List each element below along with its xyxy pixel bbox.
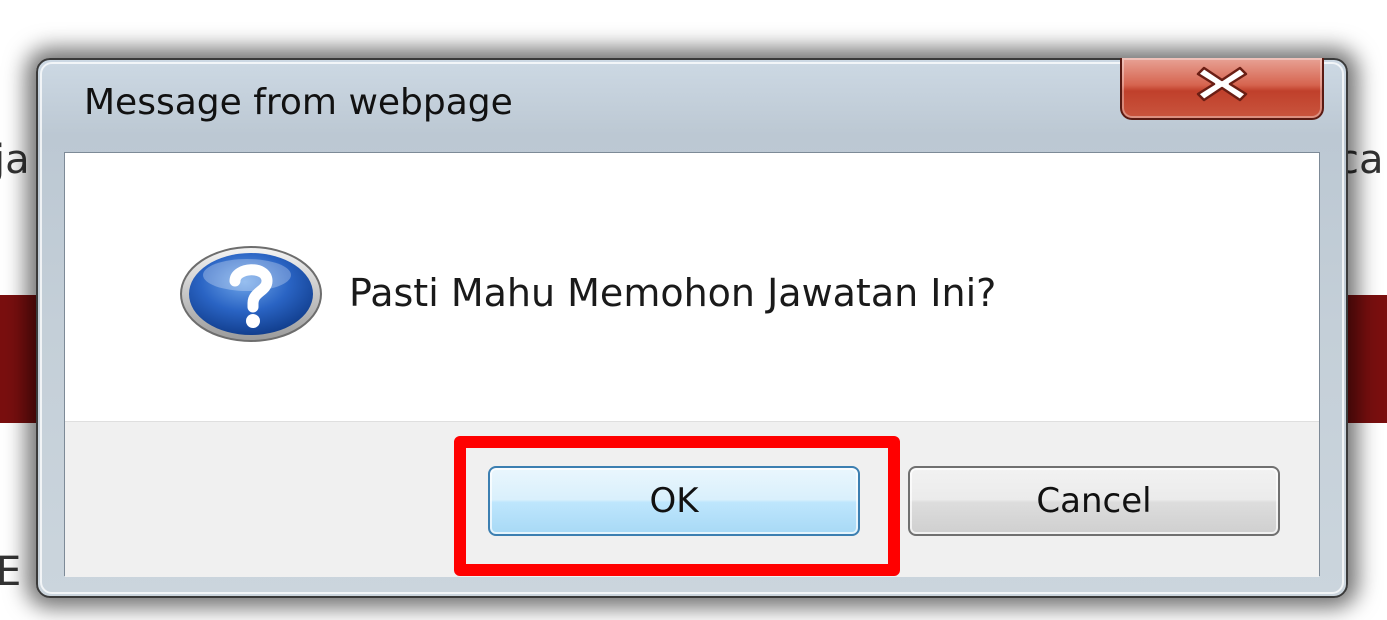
background-page-banner-left [0,295,40,423]
dialog-body: Pasti Mahu Memohon Jawatan Ini? OK Cance… [64,152,1320,577]
background-page-text-left: ja [0,137,30,183]
question-mark-icon [180,246,322,342]
message-area: Pasti Mahu Memohon Jawatan Ini? [65,153,1319,421]
dialog-title: Message from webpage [84,82,513,123]
close-button[interactable] [1120,58,1324,120]
dialog-button-bar: OK Cancel [65,421,1319,577]
ok-button[interactable]: OK [488,466,860,536]
message-dialog: Message from webpage Pasti Mahu Memohon … [36,58,1348,598]
background-page-banner-right [1348,295,1387,423]
dialog-message: Pasti Mahu Memohon Jawatan Ini? [349,271,997,315]
cancel-button[interactable]: Cancel [908,466,1280,536]
background-page-text-bottom: E [0,549,22,595]
screenshot-canvas: ja ca E Message from webpage [0,0,1387,620]
close-icon [1196,67,1248,102]
